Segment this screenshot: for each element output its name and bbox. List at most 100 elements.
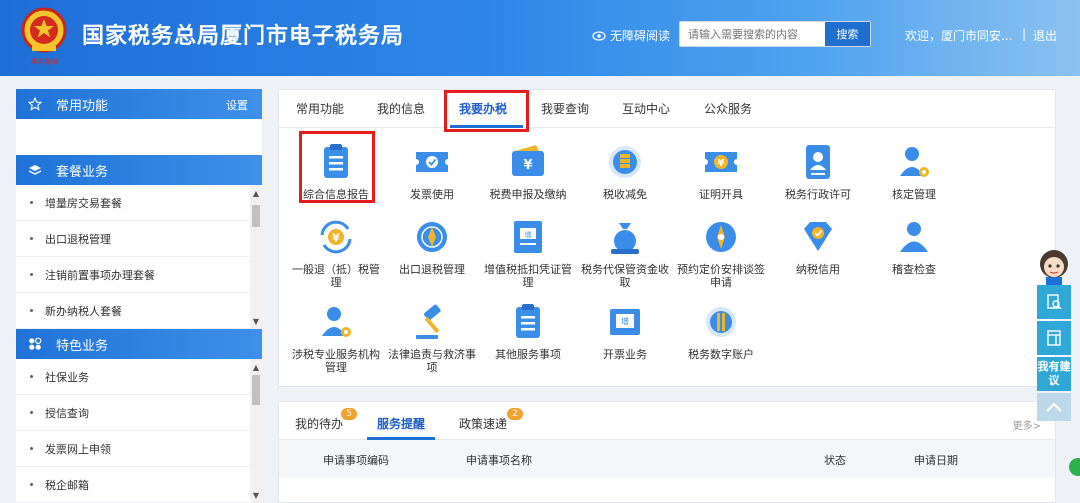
grid-icon [28,337,44,351]
tab-service-reminder[interactable]: 服务提醒 [377,415,425,432]
service-pricing-arrangement[interactable]: 预约定价安排谈签申请 [669,215,773,289]
back-to-top-button[interactable] [1037,393,1071,421]
sidebar-package-header[interactable]: 套餐业务 [16,155,262,185]
accessibility-link[interactable]: 无障碍阅读 [592,27,670,44]
suggestion-button[interactable]: 我有建议 [1037,357,1071,391]
service-label: 税费申报及缴纳 [489,188,567,201]
scroll-up-icon[interactable]: ▲ [250,361,262,373]
service-certificate[interactable]: ¥ 证明开具 [669,140,773,201]
service-export-refund[interactable]: 出口退税管理 [380,215,484,276]
special-list: 社保业务 授信查询 发票网上申领 税企邮箱 ▲ ▼ [16,359,262,503]
settings-link[interactable]: 设置 [226,97,248,113]
bullet [30,201,33,204]
notebook-button[interactable] [1037,321,1071,355]
service-label: 增值税抵扣凭证管理 [484,263,572,289]
service-vat-voucher[interactable]: 增 增值税抵扣凭证管理 [476,215,580,289]
scroll-up-icon[interactable]: ▲ [250,187,262,199]
sidebar-item-export-refund[interactable]: 出口退税管理 [16,221,262,257]
service-general-refund[interactable]: ¥ 一般退（抵）税管理 [284,215,388,289]
service-fund-custody[interactable]: 税务代保管资金收取 [573,215,677,289]
search-doc-button[interactable] [1037,285,1071,319]
tab-my-todo[interactable]: 我的待办 [295,415,343,432]
svg-text:¥: ¥ [523,158,532,173]
main-panel: 常用功能 我的信息 我要办税 我要查询 互动中心 公众服务 综合信息报告 发票使… [278,89,1056,387]
sidebar-item-social-security[interactable]: 社保业务 [16,359,262,395]
sidebar-item-tax-mailbox[interactable]: 税企邮箱 [16,467,262,503]
service-invoicing[interactable]: 增 开票业务 [573,300,677,361]
special-scrollbar[interactable]: ▲ ▼ [250,359,262,503]
tab-my-info[interactable]: 我的信息 [377,100,425,117]
package-list: 增量房交易套餐 出口退税管理 注销前置事项办理套餐 新办纳税人套餐 ▲ ▼ [16,185,262,329]
agent-gear-icon [322,307,351,337]
user-gear-icon [900,147,929,177]
service-tax-agency[interactable]: 涉税专业服务机构管理 [284,300,388,374]
assistant-mascot-icon[interactable] [1034,246,1074,286]
common-functions-area [16,119,262,155]
service-other[interactable]: 其他服务事项 [476,300,580,361]
sidebar-special-header[interactable]: 特色业务 [16,329,262,359]
floating-toolbar: 我有建议 [1037,285,1071,421]
service-tax-credit[interactable]: 纳税信用 [766,215,870,276]
scroll-down-icon[interactable]: ▼ [250,489,262,501]
document-list-icon [516,304,540,338]
sidebar-item-property-package[interactable]: 增量房交易套餐 [16,185,262,221]
tab-common[interactable]: 常用功能 [296,100,344,117]
tab-query[interactable]: 我要查询 [541,100,589,117]
service-tax-relief[interactable]: 税收减免 [573,140,677,201]
sidebar-item-label: 税企邮箱 [45,478,89,492]
tab-interaction[interactable]: 互动中心 [622,100,670,117]
tab-public-service[interactable]: 公众服务 [704,100,752,117]
svg-text:增: 增 [621,316,629,326]
sidebar-common-header[interactable]: 常用功能 设置 [16,89,262,119]
scroll-down-icon[interactable]: ▼ [250,315,262,327]
column-header: 申请事项编码 [323,454,389,467]
digital-account-icon [706,307,736,337]
svg-text:增: 增 [525,230,532,239]
todo-count-badge: 5 [341,408,357,420]
service-verification[interactable]: 核定管理 [862,140,966,201]
service-label: 涉税专业服务机构管理 [292,348,380,374]
layers-icon [28,163,44,177]
search-button[interactable]: 搜索 [825,22,870,46]
service-label: 税收减免 [603,188,647,201]
sidebar-item-cancellation-package[interactable]: 注销前置事项办理套餐 [16,257,262,293]
service-digital-account[interactable]: 税务数字账户 [669,300,773,361]
service-label: 纳税信用 [796,263,840,276]
vat-document-icon: 增 [514,221,542,253]
column-header: 申请事项名称 [466,454,532,467]
scroll-thumb[interactable] [252,375,260,405]
tab-highlight-box [444,90,529,132]
package-scrollbar[interactable]: ▲ ▼ [250,185,262,329]
table-header: 申请事项编码 申请事项名称 状态 申请日期 [279,440,1055,478]
sidebar-common-title: 常用功能 [56,98,109,114]
service-admin-license[interactable]: 税务行政许可 [766,140,870,201]
sidebar-item-new-taxpayer-package[interactable]: 新办纳税人套餐 [16,293,262,329]
service-label: 开票业务 [603,348,647,361]
site-title: 国家税务总局厦门市电子税务局 [82,24,405,49]
sidebar-item-credit-query[interactable]: 授信查询 [16,395,262,431]
logout-link[interactable]: 退出 [1033,27,1057,44]
tab-policy-express[interactable]: 政策速递 [459,415,507,432]
green-status-icon [1069,458,1080,476]
wallet-yuan-icon: ¥ [512,145,544,176]
service-invoice-use[interactable]: 发票使用 [380,140,484,201]
coin-stack-icon [609,146,641,178]
header-separator: | [1022,27,1027,41]
service-inspection[interactable]: 稽查检查 [862,215,966,276]
search-input[interactable] [680,22,825,46]
sidebar-item-invoice-apply[interactable]: 发票网上申领 [16,431,262,467]
search-doc-icon [1047,294,1062,310]
money-bag-icon [611,223,639,254]
invoice-ticket-icon [416,152,448,172]
bullet [30,309,33,312]
policy-count-badge: 2 [507,408,523,420]
scroll-thumb[interactable] [252,205,260,227]
compass-icon [706,222,736,252]
item-highlight-box [299,131,375,203]
service-legal-remedy[interactable]: 法律追责与救济事项 [380,300,484,374]
service-tax-declaration[interactable]: ¥ 税费申报及缴纳 [476,140,580,201]
accessibility-label: 无障碍阅读 [610,29,671,43]
sidebar-item-label: 发票网上申领 [45,442,111,456]
bullet [30,483,33,486]
svg-text:¥: ¥ [332,232,340,245]
